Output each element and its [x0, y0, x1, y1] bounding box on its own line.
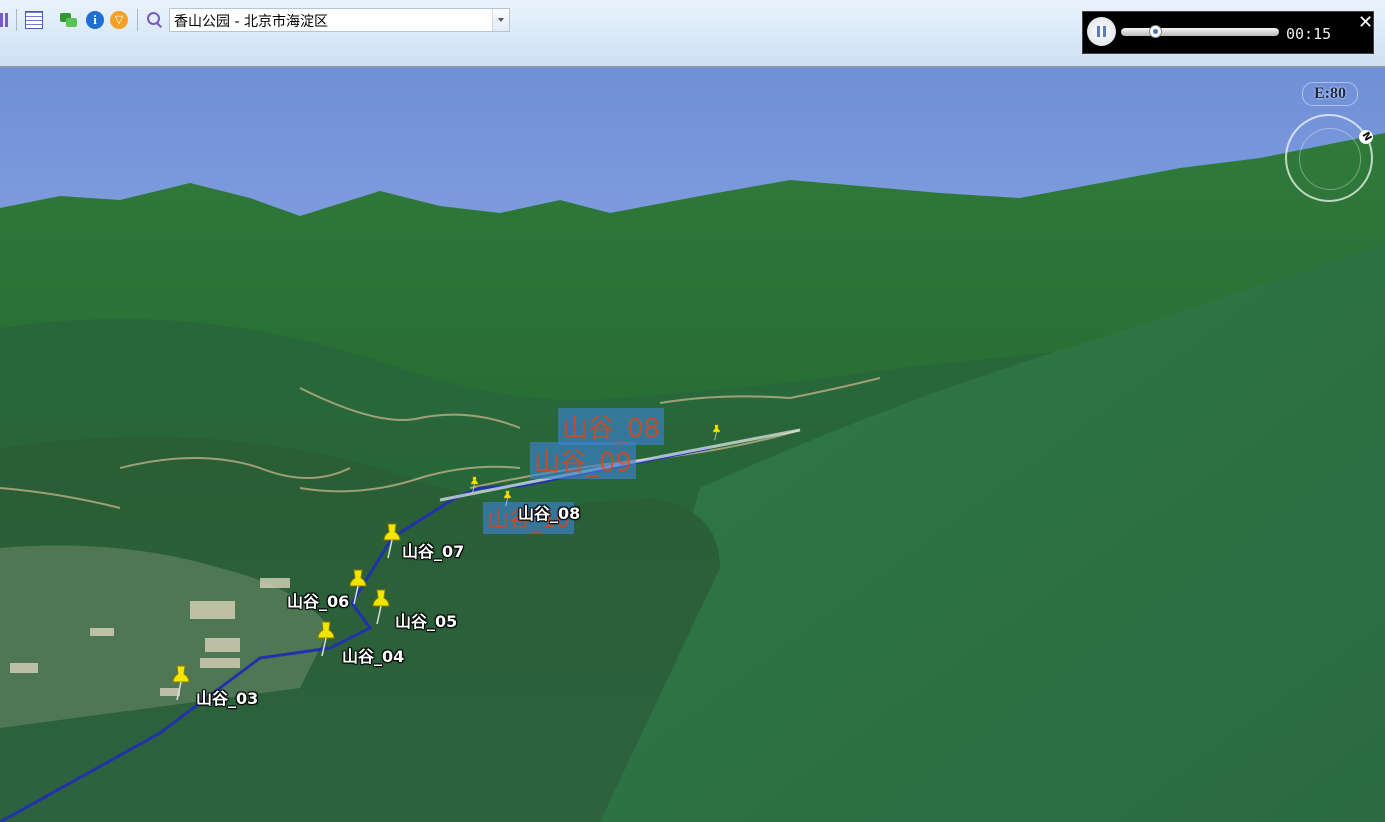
pushpin-icon[interactable]: [712, 424, 721, 442]
search-input[interactable]: 香山公园 - 北京市海淀区: [169, 8, 510, 32]
pushpin-icon[interactable]: [348, 568, 368, 608]
close-icon[interactable]: ✕: [1358, 12, 1373, 33]
toolbar-separator: [16, 9, 17, 31]
placemark-label[interactable]: 山谷_06: [287, 588, 349, 612]
placemark-label[interactable]: 山谷_08: [518, 500, 580, 524]
tour-player: 00:15 ✕: [1082, 11, 1374, 54]
placemark-label-far[interactable]: 山谷_08: [558, 408, 665, 445]
pushpin-icon[interactable]: [470, 476, 479, 494]
earth-3d-view[interactable]: E:80 N 山谷_08 山谷_09 山谷_10 山谷_08 山谷_07 山谷_…: [0, 68, 1385, 822]
search-icon[interactable]: [146, 11, 164, 29]
search-input-value[interactable]: 香山公园 - 北京市海淀区: [174, 11, 328, 31]
placemark-label[interactable]: 山谷_07: [402, 538, 464, 562]
compass-ring[interactable]: [1285, 114, 1373, 202]
placemark-label-far[interactable]: 山谷_09: [530, 442, 637, 479]
pushpin-icon[interactable]: [171, 664, 191, 704]
pushpin-icon[interactable]: [371, 588, 391, 628]
layers-icon[interactable]: [0, 11, 9, 29]
pushpin-icon[interactable]: [503, 490, 512, 508]
gem-icon[interactable]: ▽: [110, 11, 128, 29]
placemark-label[interactable]: 山谷_04: [342, 643, 404, 667]
toolbar: i ▽ 香山公园 - 北京市海淀区 00:15 ✕: [0, 0, 1385, 68]
tour-time: 00:15: [1286, 25, 1332, 43]
info-icon[interactable]: i: [86, 11, 104, 29]
pause-button[interactable]: [1087, 17, 1116, 46]
toolbar-separator: [137, 9, 138, 31]
placemark-label[interactable]: 山谷_03: [196, 685, 258, 709]
tour-progress-slider[interactable]: [1121, 25, 1279, 38]
placemark-label[interactable]: 山谷_05: [395, 608, 457, 632]
pushpin-icon[interactable]: [316, 620, 336, 660]
table-icon[interactable]: [25, 11, 43, 29]
slider-thumb[interactable]: [1148, 25, 1162, 38]
chat-icon[interactable]: [60, 11, 78, 29]
pushpin-icon[interactable]: [382, 522, 402, 562]
tilt-indicator[interactable]: E:80: [1302, 82, 1358, 106]
chevron-down-icon[interactable]: [492, 9, 509, 31]
